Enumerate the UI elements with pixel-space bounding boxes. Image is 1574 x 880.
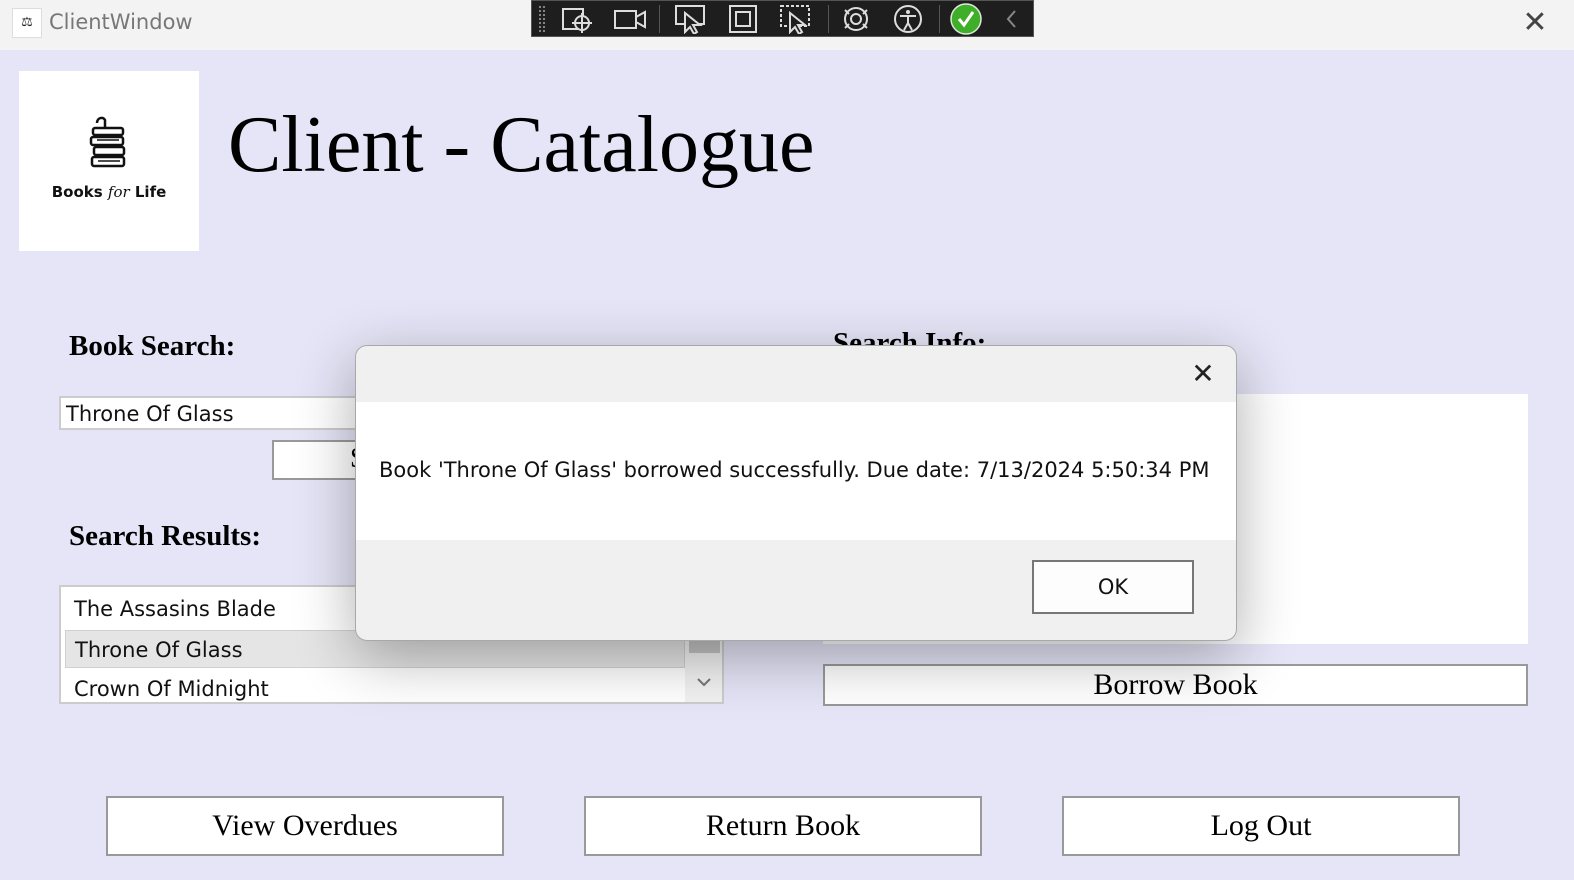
window-close-button[interactable]: ✕ [1515,5,1555,41]
dialog-close-button[interactable]: ✕ [1186,358,1220,392]
app-icon: ⚖ [12,8,42,38]
ok-button[interactable]: OK [1032,560,1194,614]
logo-text: Books for Life [51,183,167,201]
return-book-button[interactable]: Return Book [584,796,982,856]
collapse-icon[interactable] [994,3,1030,35]
page-title: Client - Catalogue [228,101,815,189]
frame-icon[interactable] [723,3,763,35]
view-overdues-button[interactable]: View Overdues [106,796,504,856]
list-item[interactable]: Crown Of Midnight [65,670,685,702]
accessibility-icon[interactable] [888,3,928,35]
checkmark-icon[interactable] [946,3,986,35]
search-input[interactable]: Throne Of Glass [59,396,379,430]
search-results-label: Search Results: [69,520,261,552]
pointer-icon[interactable] [670,3,710,35]
log-out-button[interactable]: Log Out [1062,796,1460,856]
chevron-down-icon[interactable] [693,671,715,693]
select-cursor-icon[interactable] [776,3,816,35]
window-title: ClientWindow [49,10,193,34]
dialog-body: Book 'Throne Of Glass' borrowed successf… [356,402,1236,540]
dialog-message: Book 'Throne Of Glass' borrowed successf… [379,458,1210,482]
video-icon[interactable] [610,3,650,35]
books-for-life-logo: Books for Life [19,71,199,251]
select-element-icon[interactable] [557,3,597,35]
message-dialog: ✕ Book 'Throne Of Glass' borrowed succes… [355,345,1237,641]
hot-reload-icon[interactable] [836,3,876,35]
borrow-book-button[interactable]: Borrow Book [823,664,1528,706]
grip-icon[interactable] [538,5,546,33]
book-search-label: Book Search: [69,330,236,362]
book-stack-icon [89,116,126,168]
debug-toolbar [531,0,1034,37]
